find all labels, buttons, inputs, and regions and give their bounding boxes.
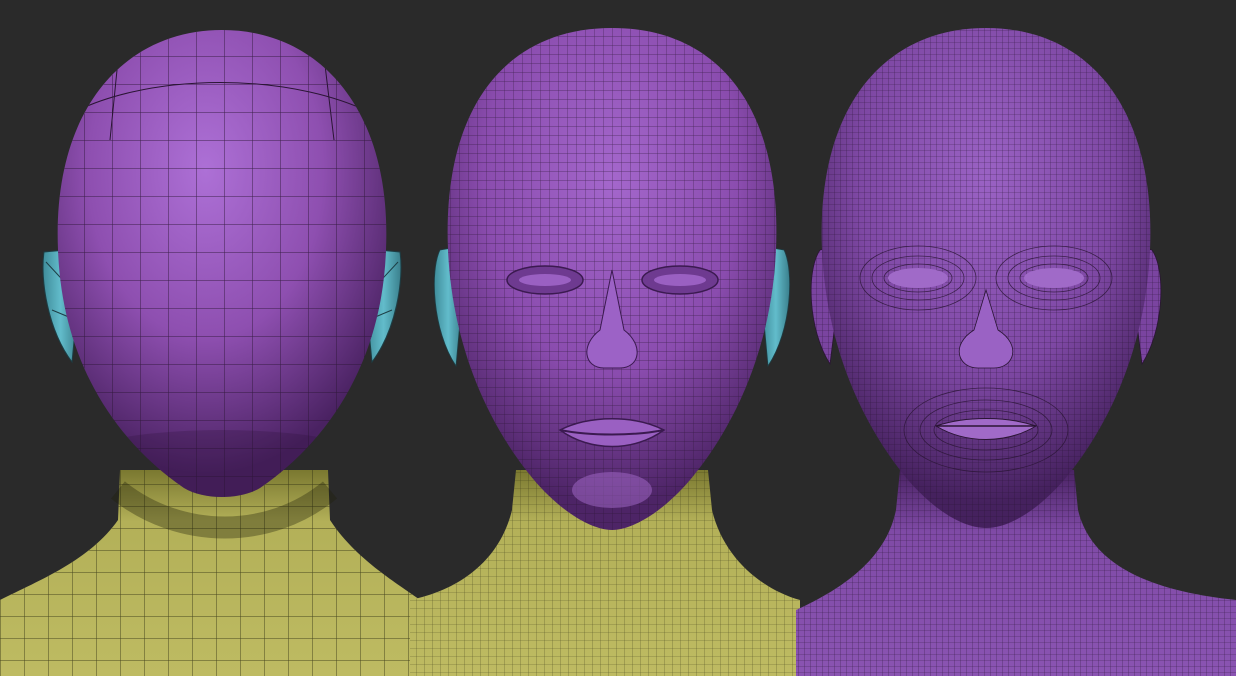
- eye-right: [1024, 268, 1084, 288]
- eye-left: [888, 268, 948, 288]
- three-head-topology-comparison: [0, 0, 1236, 676]
